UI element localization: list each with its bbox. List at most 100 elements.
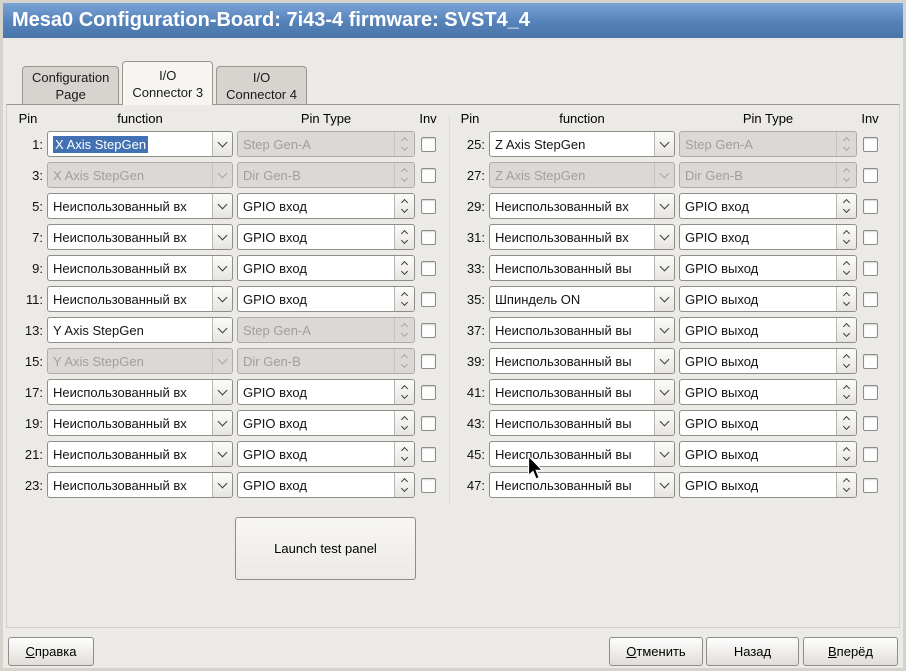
chevron-down-icon bbox=[654, 349, 674, 373]
tab-bar: Configuration Page I/O Connector 3 I/O C… bbox=[22, 61, 310, 105]
function-combo[interactable]: Неиспользованный вы bbox=[489, 317, 675, 343]
function-combo[interactable]: Неиспользованный вы bbox=[489, 348, 675, 374]
inv-checkbox[interactable] bbox=[862, 384, 878, 400]
inv-checkbox[interactable] bbox=[420, 415, 436, 431]
up-down-arrows-icon bbox=[394, 287, 414, 311]
function-combo[interactable]: Неиспользованный вх bbox=[47, 410, 233, 436]
function-combo[interactable]: Неиспользованный вы bbox=[489, 379, 675, 405]
pin-type-combo[interactable]: GPIO вход bbox=[237, 286, 415, 312]
function-combo[interactable]: Неиспользованный вх bbox=[47, 193, 233, 219]
pin-type-combo[interactable]: GPIO выход bbox=[679, 286, 857, 312]
up-down-arrows-icon bbox=[836, 194, 856, 218]
pin-type-combo[interactable]: GPIO вход bbox=[237, 379, 415, 405]
inv-checkbox[interactable] bbox=[420, 384, 436, 400]
inv-checkbox[interactable] bbox=[862, 353, 878, 369]
function-combo[interactable]: Неиспользованный вх bbox=[47, 441, 233, 467]
inv-checkbox[interactable] bbox=[862, 229, 878, 245]
inv-checkbox[interactable] bbox=[420, 322, 436, 338]
pin-number: 1: bbox=[32, 136, 43, 152]
inv-checkbox[interactable] bbox=[862, 291, 878, 307]
inv-checkbox[interactable] bbox=[862, 415, 878, 431]
up-down-arrows-icon bbox=[394, 225, 414, 249]
pin-type-combo[interactable]: GPIO выход bbox=[679, 379, 857, 405]
selected-text: X Axis StepGen bbox=[53, 135, 149, 153]
inv-checkbox[interactable] bbox=[420, 446, 436, 462]
column-header-inv: Inv bbox=[861, 111, 879, 126]
window-title: Mesa0 Configuration-Board: 7i43-4 firmwa… bbox=[12, 9, 530, 31]
pin-type-combo[interactable]: GPIO вход bbox=[237, 193, 415, 219]
function-combo[interactable]: Неиспользованный вх bbox=[47, 224, 233, 250]
forward-button[interactable]: Вперёд bbox=[803, 637, 898, 666]
function-combo[interactable]: X Axis StepGen bbox=[47, 131, 233, 157]
pin-type-combo[interactable]: GPIO вход bbox=[237, 441, 415, 467]
inv-checkbox[interactable] bbox=[862, 322, 878, 338]
function-combo[interactable]: Неиспользованный вх bbox=[47, 255, 233, 281]
cancel-button[interactable]: Отменить bbox=[609, 637, 703, 666]
pin-type-combo[interactable]: GPIO выход bbox=[679, 317, 857, 343]
inv-checkbox[interactable] bbox=[420, 167, 436, 183]
pin-type-combo[interactable]: GPIO вход bbox=[237, 255, 415, 281]
up-down-arrows-icon bbox=[394, 411, 414, 435]
window-titlebar[interactable]: Mesa0 Configuration-Board: 7i43-4 firmwa… bbox=[3, 3, 903, 38]
inv-checkbox[interactable] bbox=[420, 198, 436, 214]
function-combo[interactable]: Z Axis StepGen bbox=[489, 131, 675, 157]
inv-checkbox[interactable] bbox=[420, 229, 436, 245]
pin-type-combo[interactable]: GPIO выход bbox=[679, 410, 857, 436]
function-combo[interactable]: Неиспользованный вх bbox=[489, 224, 675, 250]
function-combo[interactable]: Неиспользованный вх bbox=[47, 472, 233, 498]
chevron-down-icon bbox=[654, 411, 674, 435]
inv-checkbox[interactable] bbox=[420, 353, 436, 369]
help-button[interactable]: Справка bbox=[8, 637, 94, 666]
function-combo[interactable]: Неиспользованный вх bbox=[47, 379, 233, 405]
pin-type-combo[interactable]: GPIO выход bbox=[679, 348, 857, 374]
pin-type-value: GPIO выход bbox=[685, 291, 759, 307]
tab-label-line1: Configuration bbox=[32, 69, 110, 85]
pin-row: 47: Неиспользованный вы GPIO выход bbox=[455, 472, 879, 498]
function-combo[interactable]: Неиспользованный вы bbox=[489, 441, 675, 467]
pin-type-value: Dir Gen-B bbox=[243, 353, 301, 369]
pin-number: 35: bbox=[466, 291, 485, 307]
column-headers: Pin function Pin Type Inv bbox=[13, 110, 437, 127]
pin-type-combo[interactable]: GPIO выход bbox=[679, 472, 857, 498]
tab-io-connector-3[interactable]: I/O Connector 3 bbox=[122, 61, 214, 105]
function-value: Y Axis StepGen bbox=[53, 353, 144, 369]
pin-type-combo[interactable]: GPIO выход bbox=[679, 255, 857, 281]
pin-type-value: GPIO вход bbox=[243, 477, 307, 493]
inv-checkbox[interactable] bbox=[862, 167, 878, 183]
inv-checkbox[interactable] bbox=[862, 477, 878, 493]
inv-checkbox[interactable] bbox=[420, 260, 436, 276]
chevron-down-icon bbox=[212, 194, 232, 218]
function-combo[interactable]: Неиспользованный вы bbox=[489, 472, 675, 498]
function-value: Неиспользованный вы bbox=[495, 260, 632, 276]
up-down-arrows-icon bbox=[394, 163, 414, 187]
pin-type-combo[interactable]: GPIO вход bbox=[679, 193, 857, 219]
inv-checkbox[interactable] bbox=[862, 260, 878, 276]
inv-checkbox[interactable] bbox=[420, 291, 436, 307]
inv-checkbox[interactable] bbox=[420, 136, 436, 152]
launch-test-panel-button[interactable]: Launch test panel bbox=[235, 517, 416, 580]
inv-checkbox[interactable] bbox=[862, 446, 878, 462]
pin-type-combo[interactable]: GPIO вход bbox=[679, 224, 857, 250]
pin-type-value: GPIO вход bbox=[243, 198, 307, 214]
function-combo[interactable]: Неиспользованный вх bbox=[489, 193, 675, 219]
tab-label-line2: Page bbox=[55, 86, 86, 102]
up-down-arrows-icon bbox=[836, 256, 856, 280]
tab-configuration-page[interactable]: Configuration Page bbox=[22, 66, 120, 104]
function-value: X Axis StepGen bbox=[48, 132, 212, 156]
function-combo[interactable]: Неиспользованный вы bbox=[489, 255, 675, 281]
pin-type-combo[interactable]: GPIO вход bbox=[237, 410, 415, 436]
pin-type-combo[interactable]: GPIO вход bbox=[237, 224, 415, 250]
inv-checkbox[interactable] bbox=[862, 136, 878, 152]
pin-type-combo[interactable]: GPIO выход bbox=[679, 441, 857, 467]
pin-number: 25: bbox=[466, 136, 485, 152]
function-combo: X Axis StepGen bbox=[47, 162, 233, 188]
function-combo[interactable]: Шпиндель ON bbox=[489, 286, 675, 312]
inv-checkbox[interactable] bbox=[862, 198, 878, 214]
tab-io-connector-4[interactable]: I/O Connector 4 bbox=[216, 66, 307, 104]
function-combo[interactable]: Y Axis StepGen bbox=[47, 317, 233, 343]
inv-checkbox[interactable] bbox=[420, 477, 436, 493]
function-combo[interactable]: Неиспользованный вх bbox=[47, 286, 233, 312]
back-button[interactable]: Назад bbox=[706, 637, 799, 666]
function-combo[interactable]: Неиспользованный вы bbox=[489, 410, 675, 436]
pin-type-combo[interactable]: GPIO вход bbox=[237, 472, 415, 498]
